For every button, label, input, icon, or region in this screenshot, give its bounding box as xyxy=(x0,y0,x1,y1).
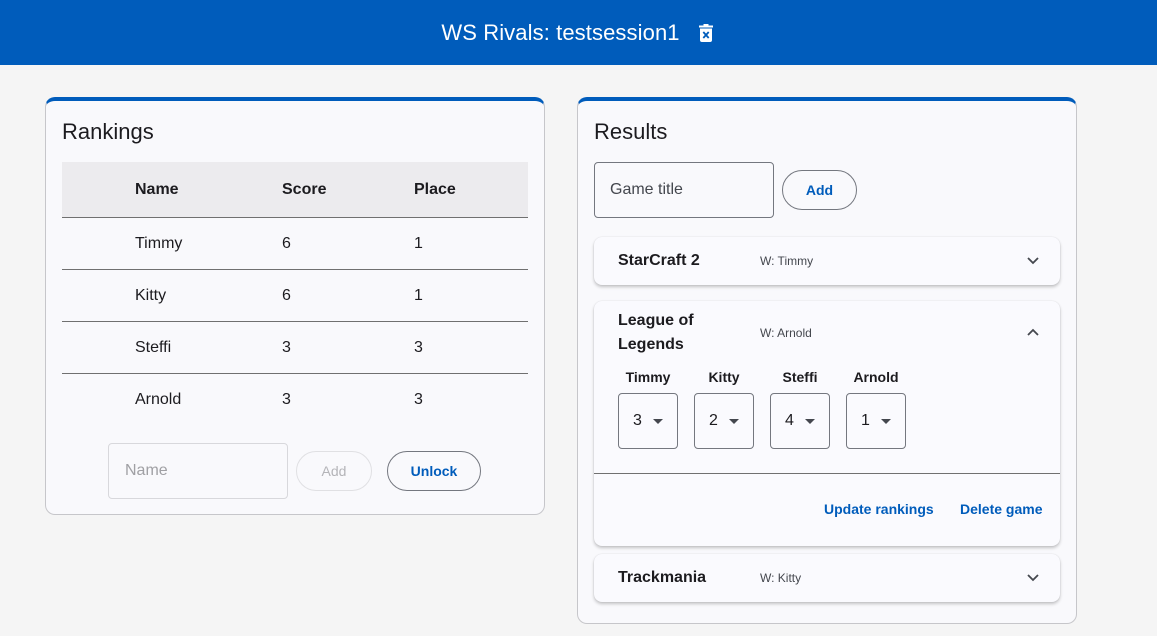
table-row: Steffi 3 3 xyxy=(62,321,528,374)
rank-select-kitty[interactable]: 2 xyxy=(694,393,754,449)
game-panel-trackmania[interactable]: Trackmania W: Kitty xyxy=(594,554,1060,602)
cell-name: Steffi xyxy=(62,321,282,374)
delete-game-button[interactable]: Delete game xyxy=(960,501,1042,517)
game-title-input[interactable] xyxy=(594,162,774,218)
chevron-up-icon[interactable] xyxy=(1026,325,1040,339)
rankings-table: Name Score Place Timmy 6 1 Kitty 6 1 Ste… xyxy=(62,162,528,425)
player-label: Steffi xyxy=(782,369,818,385)
player-label: Arnold xyxy=(853,369,899,385)
dropdown-arrow-icon xyxy=(729,419,739,424)
chevron-down-icon[interactable] xyxy=(1026,253,1040,267)
game-title: StarCraft 2 xyxy=(618,252,700,269)
player-name-input[interactable] xyxy=(108,443,288,499)
rankings-title: Rankings xyxy=(62,119,154,144)
rank-select-value: 3 xyxy=(633,412,642,429)
column-header-score: Score xyxy=(282,162,414,218)
rank-select-timmy[interactable]: 3 xyxy=(618,393,678,449)
rank-select-arnold[interactable]: 1 xyxy=(846,393,906,449)
cell-score: 3 xyxy=(282,390,291,408)
column-header-name: Name xyxy=(62,162,282,218)
cell-place: 3 xyxy=(414,321,528,374)
chevron-down-icon[interactable] xyxy=(1026,570,1040,584)
game-winner: W: Arnold xyxy=(760,326,812,340)
rank-select-value: 4 xyxy=(785,412,794,429)
cell-place: 1 xyxy=(414,217,528,270)
results-title: Results xyxy=(594,119,668,144)
player-label: Kitty xyxy=(708,369,740,385)
cell-name: Kitty xyxy=(62,269,282,322)
dropdown-arrow-icon xyxy=(805,419,815,424)
add-player-button[interactable]: Add xyxy=(296,451,372,491)
game-title: League of Legends xyxy=(618,312,694,353)
rank-select-value: 1 xyxy=(861,412,870,429)
game-panel-starcraft-2[interactable]: StarCraft 2 W: Timmy xyxy=(594,237,1060,285)
update-rankings-button[interactable]: Update rankings xyxy=(824,501,934,517)
table-row: Timmy 6 1 xyxy=(62,217,528,270)
player-label: Timmy xyxy=(625,369,671,385)
table-header-row: Name Score Place xyxy=(62,162,528,218)
cell-name: Timmy xyxy=(62,217,282,270)
delete-session-button[interactable] xyxy=(696,23,716,43)
panel-divider xyxy=(594,473,1060,474)
cell-score: 3 xyxy=(282,321,414,374)
cell-name: Arnold xyxy=(135,390,182,408)
app-title: WS Rivals: testsession1 xyxy=(441,19,680,45)
column-header-place: Place xyxy=(414,162,528,218)
cell-place: 3 xyxy=(414,390,423,408)
results-card: Results Add StarCraft 2 W: Timmy League … xyxy=(577,97,1077,624)
rank-select-steffi[interactable]: 4 xyxy=(770,393,830,449)
app-bar: WS Rivals: testsession1 xyxy=(0,0,1157,65)
game-winner: W: Kitty xyxy=(760,571,802,585)
game-title: Trackmania xyxy=(618,569,707,586)
cell-place: 1 xyxy=(414,269,528,322)
table-row: Kitty 6 1 xyxy=(62,269,528,322)
dropdown-arrow-icon xyxy=(881,419,891,424)
delete-session-icon xyxy=(698,23,713,42)
add-game-button[interactable]: Add xyxy=(782,170,857,210)
cell-score: 6 xyxy=(282,269,414,322)
rank-select-value: 2 xyxy=(709,412,718,429)
unlock-button[interactable]: Unlock xyxy=(387,451,481,491)
game-panel-league-of-legends[interactable]: League of Legends W: Arnold Timmy Kitty … xyxy=(594,301,1060,546)
table-row: Arnold 3 3 xyxy=(62,374,528,426)
game-winner: W: Timmy xyxy=(760,254,814,268)
cell-score: 6 xyxy=(282,217,414,270)
dropdown-arrow-icon xyxy=(653,419,663,424)
rankings-card: Rankings Name Score Place Timmy 6 1 Kitt… xyxy=(45,97,545,515)
